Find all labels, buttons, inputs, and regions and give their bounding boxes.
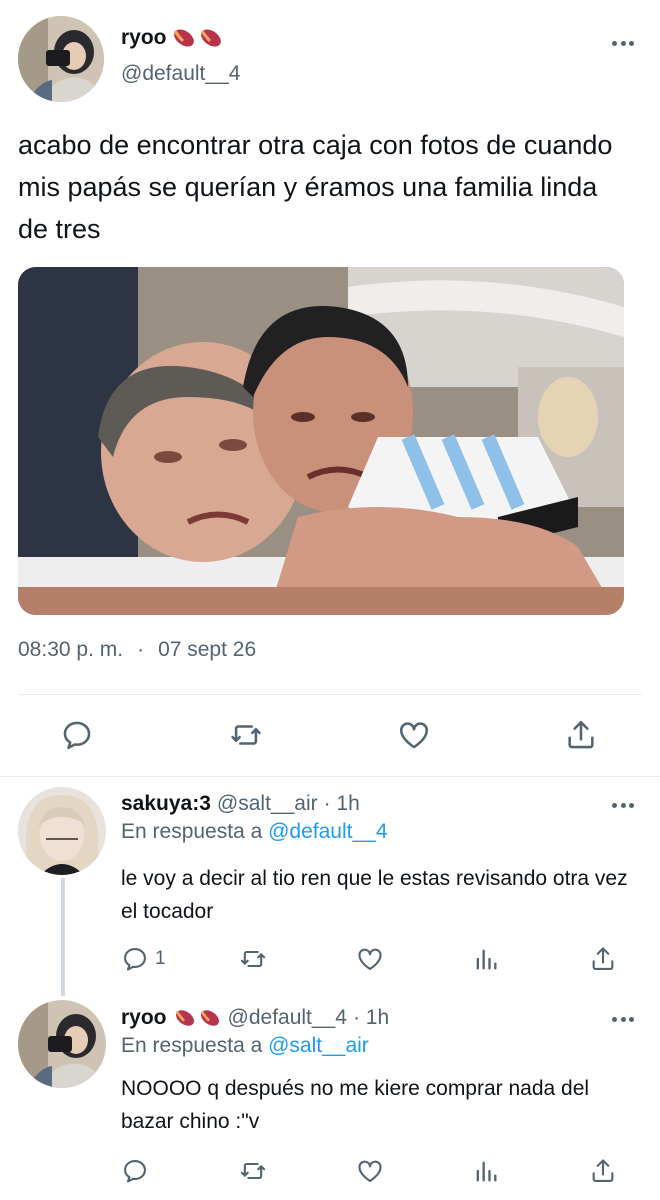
handle[interactable]: @salt__air [217,792,318,816]
tweet-timestamp-row: 08:30 p. m. · 07 sept 26 [18,638,256,662]
sweet-potato-emoji [173,1008,222,1028]
reply-to-link[interactable]: @salt__air [268,1034,369,1057]
reply-button[interactable] [60,718,94,752]
reply-context: En respuesta a @default__4 [121,820,388,844]
tweet-media-image[interactable] [18,267,624,615]
reply-button[interactable]: 1 [121,945,166,973]
divider [0,776,660,777]
handle[interactable]: @default__4 [121,62,240,86]
share-icon [592,947,614,970]
tweet-date[interactable]: 07 sept 26 [158,638,256,662]
analytics-button[interactable] [472,945,500,973]
reply-text: le voy a decir al tio ren que le estas r… [121,867,628,923]
photo-icon [18,267,624,615]
more-icon[interactable] [612,800,634,810]
tweet-text: acabo de encontrar otra caja con fotos d… [18,130,613,244]
avatar[interactable] [18,787,106,875]
display-name[interactable]: sakuya:3 [121,792,211,816]
reply-text: NOOOO q después no me kiere comprar nada… [121,1077,590,1133]
reply-header: sakuya:3 @salt__air · 1h [121,792,360,816]
handle[interactable]: @default__4 [228,1006,347,1030]
avatar[interactable] [18,16,104,102]
like-button[interactable] [396,718,432,752]
retweet-button[interactable] [238,1157,268,1185]
like-icon [358,948,382,970]
reply-icon [63,721,91,750]
avatar-photo-icon [18,787,106,875]
more-icon[interactable] [612,38,634,48]
share-icon [592,1159,614,1182]
analytics-icon [476,1161,497,1182]
like-icon [399,722,429,749]
reply-icon [124,1160,146,1183]
reply-age[interactable]: · 1h [324,792,360,816]
retweet-icon [231,725,261,745]
retweet-button[interactable] [228,718,264,752]
reply-button[interactable] [121,1157,149,1185]
display-name[interactable]: ryoo [121,26,167,50]
display-name[interactable]: ryoo [121,1006,167,1030]
share-button[interactable] [564,718,598,752]
sweet-potato-emoji [171,27,224,49]
share-button[interactable] [589,1157,617,1185]
display-name-row: ryoo [121,26,224,50]
thread-line [61,878,65,996]
separator: · [137,638,145,661]
reply-prefix: En respuesta a [121,1034,263,1057]
analytics-icon [476,949,497,970]
divider [18,694,642,695]
share-button[interactable] [589,945,617,973]
reply-header: ryoo @default__4 · 1h [121,1006,389,1030]
avatar-photo-icon [18,16,104,102]
retweet-icon [240,950,266,968]
retweet-button[interactable] [238,945,268,973]
reply-count: 1 [155,948,166,969]
reply-icon [124,948,146,971]
reply-age[interactable]: · 1h [353,1006,389,1030]
tweet-time[interactable]: 08:30 p. m. [18,638,123,662]
like-icon [358,1160,382,1182]
more-icon[interactable] [612,1014,634,1024]
reply-prefix: En respuesta a [121,820,263,843]
reply-to-link[interactable]: @default__4 [268,820,387,843]
retweet-icon [240,1162,266,1180]
like-button[interactable] [355,945,385,973]
share-icon [568,720,594,749]
like-button[interactable] [355,1157,385,1185]
reply-context: En respuesta a @salt__air [121,1034,369,1058]
avatar-photo-icon [18,1000,106,1088]
avatar[interactable] [18,1000,106,1088]
analytics-button[interactable] [472,1157,500,1185]
